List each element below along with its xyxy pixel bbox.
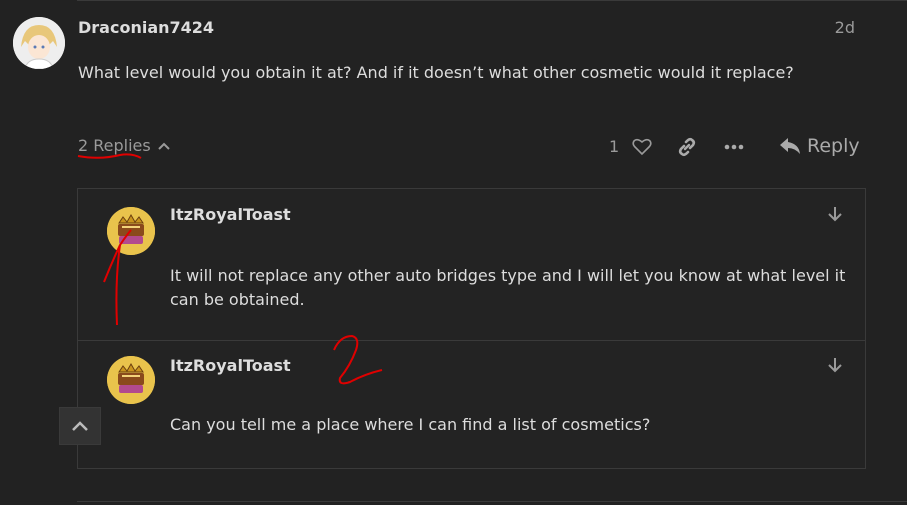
- like-count: 1: [609, 137, 620, 156]
- anime-avatar-icon: [13, 17, 65, 69]
- arrow-down-icon: [828, 358, 842, 373]
- like-button[interactable]: [632, 138, 652, 160]
- top-divider: [77, 0, 907, 1]
- reply-button[interactable]: Reply: [779, 135, 860, 157]
- heart-icon: [632, 138, 652, 156]
- replies-toggle-button[interactable]: 2 Replies: [78, 136, 171, 155]
- user-avatar[interactable]: [13, 17, 65, 69]
- reply-avatar[interactable]: [107, 207, 155, 255]
- arrow-down-icon: [828, 207, 842, 222]
- copy-link-button[interactable]: [676, 137, 698, 161]
- reply-label: Reply: [807, 135, 860, 157]
- bottom-divider: [77, 501, 907, 502]
- ellipsis-icon: [724, 144, 744, 150]
- chevron-up-icon: [72, 421, 88, 431]
- post-username[interactable]: Draconian7424: [78, 18, 214, 37]
- reply-arrow-icon: [780, 138, 800, 154]
- hive-logo-icon: [107, 207, 155, 255]
- reply-username[interactable]: ItzRoyalToast: [170, 356, 291, 375]
- reply-username[interactable]: ItzRoyalToast: [170, 205, 291, 224]
- link-icon: [678, 137, 696, 157]
- reply-body: It will not replace any other auto bridg…: [170, 266, 846, 309]
- post-date[interactable]: 2d: [835, 18, 855, 37]
- reply-avatar[interactable]: [107, 356, 155, 404]
- jump-to-post-button[interactable]: [826, 356, 844, 378]
- reply-body: Can you tell me a place where I can find…: [170, 415, 651, 434]
- scroll-to-top-button[interactable]: [59, 407, 101, 445]
- chevron-up-icon: [158, 142, 170, 150]
- more-actions-button[interactable]: [723, 137, 745, 161]
- replies-count-label: 2 Replies: [78, 136, 151, 155]
- post-body: What level would you obtain it at? And i…: [78, 63, 794, 82]
- reply-divider: [78, 340, 865, 341]
- jump-to-post-button[interactable]: [826, 205, 844, 227]
- hive-logo-icon: [107, 356, 155, 404]
